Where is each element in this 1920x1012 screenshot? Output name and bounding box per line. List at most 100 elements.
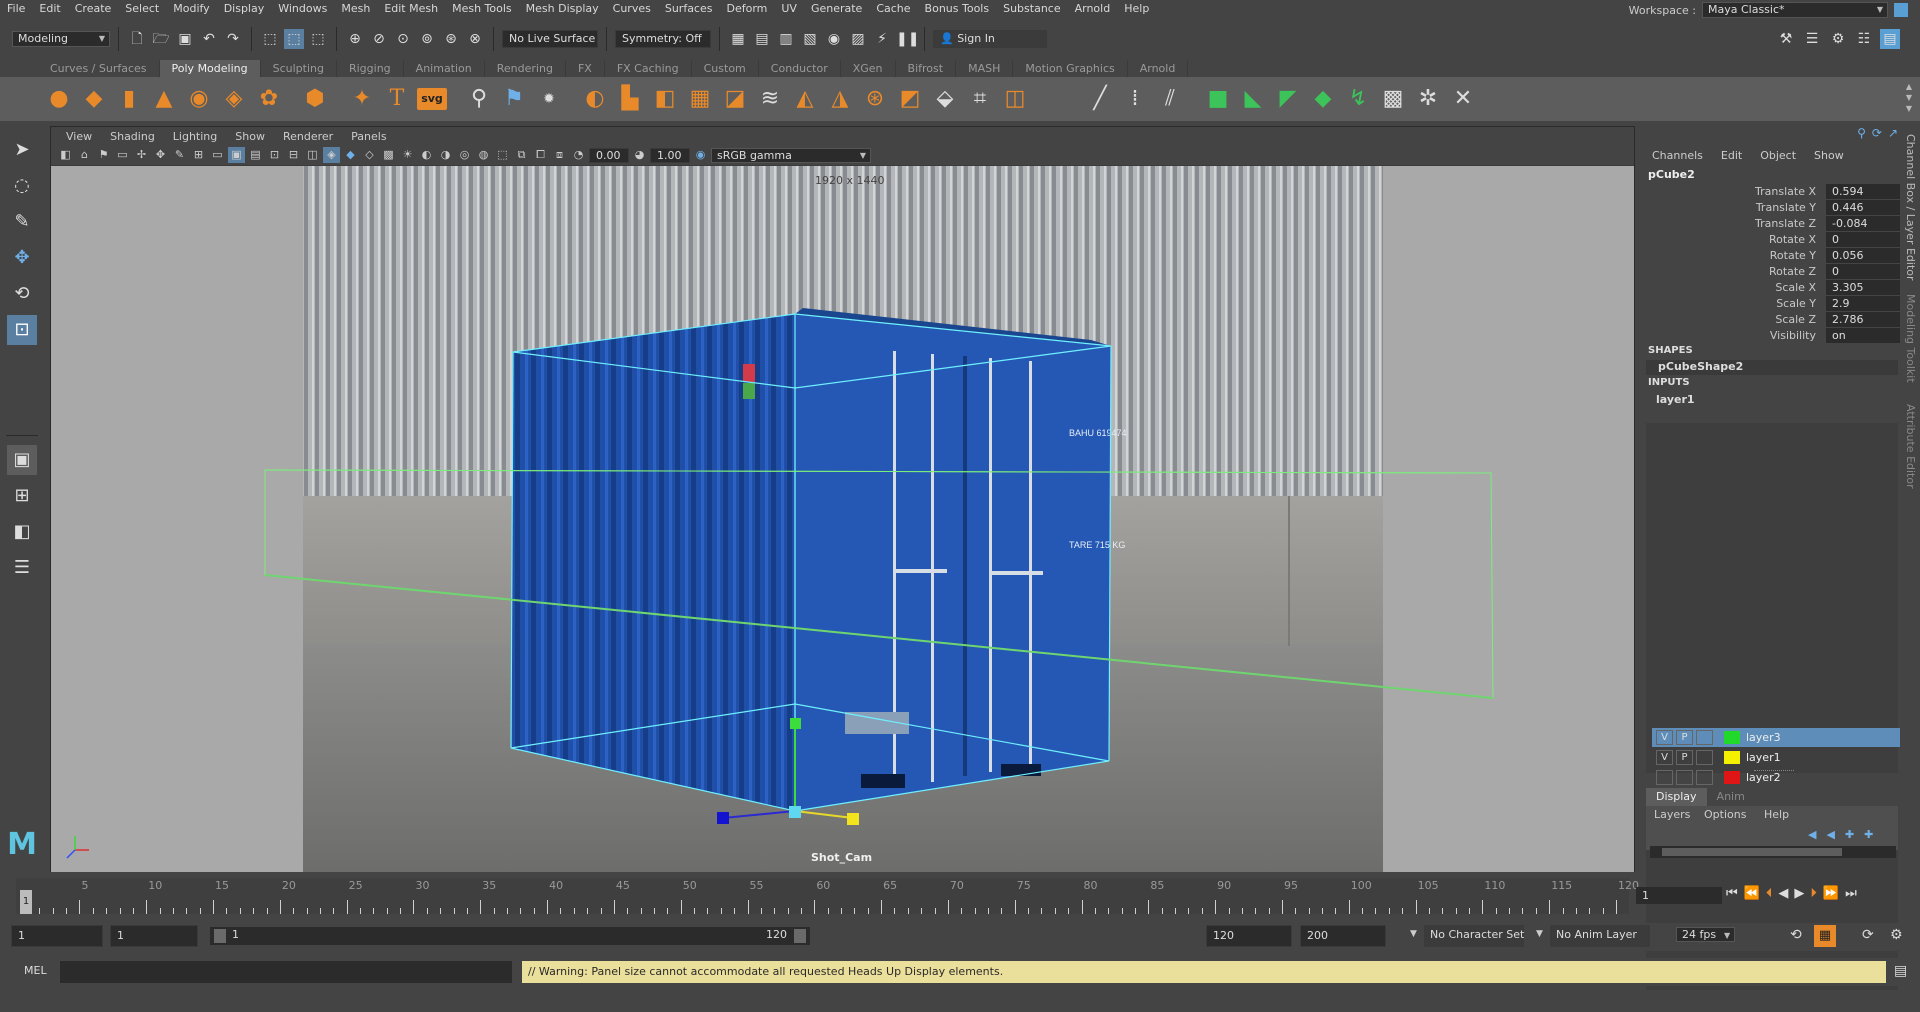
menu-mesh-tools[interactable]: Mesh Tools <box>445 0 519 17</box>
open-scene-icon[interactable]: 🗁 <box>151 29 171 49</box>
key-icon[interactable]: ⚲ <box>1857 126 1866 140</box>
persp-outliner-layout-icon[interactable]: ◧ <box>7 517 37 547</box>
menu-edit[interactable]: Edit <box>32 0 67 17</box>
selected-object-name[interactable]: pCube2 <box>1648 168 1695 181</box>
layer-color-swatch[interactable] <box>1724 731 1740 744</box>
range-slider-end-handle[interactable] <box>794 929 806 943</box>
reduce-icon[interactable]: ◧ <box>650 84 680 114</box>
play-backwards-icon[interactable]: ◀ <box>1778 886 1788 901</box>
step-forward-key-icon[interactable]: ⏩ <box>1823 886 1839 901</box>
channel-value[interactable]: -0.084 <box>1826 216 1900 231</box>
gamma-field[interactable]: 1.00 <box>650 147 690 163</box>
anim-layer-arrow-icon[interactable]: ▼ <box>1536 929 1543 939</box>
move-layer-down-icon[interactable]: ◀ <box>1826 828 1834 841</box>
snap-point-icon[interactable]: ⊙ <box>393 29 413 49</box>
channel-value[interactable]: 0.056 <box>1826 248 1900 263</box>
render-frame-icon[interactable]: ▤ <box>752 29 772 49</box>
four-view-layout-icon[interactable]: ⊞ <box>7 481 37 511</box>
menu-help[interactable]: Help <box>1117 0 1156 17</box>
poly-cube-icon[interactable]: ◆ <box>79 84 109 114</box>
layer-color-swatch[interactable] <box>1724 751 1740 764</box>
grid-icon[interactable]: ⊞ <box>190 147 207 163</box>
grease-pencil-icon[interactable]: ✎ <box>171 147 188 163</box>
single-perspective-layout-icon[interactable]: ▣ <box>7 445 37 475</box>
shelf-tab-poly-modeling[interactable]: Poly Modeling <box>159 60 261 77</box>
layer-visibility-toggle[interactable]: V <box>1656 730 1673 745</box>
menu-edit-mesh[interactable]: Edit Mesh <box>377 0 445 17</box>
poly-plane-icon[interactable]: ◈ <box>219 84 249 114</box>
save-scene-icon[interactable]: ▣ <box>175 29 195 49</box>
snap-curve-icon[interactable]: ⊘ <box>369 29 389 49</box>
menu-file[interactable]: File <box>0 0 32 17</box>
shelf-tab-conductor[interactable]: Conductor <box>759 60 841 77</box>
cb-menu-channels[interactable]: Channels <box>1652 149 1703 162</box>
field-chart-icon[interactable]: ⊡ <box>266 147 283 163</box>
panel-menu-panels[interactable]: Panels <box>342 130 395 143</box>
undo-icon[interactable]: ↶ <box>199 29 219 49</box>
wireframe-icon[interactable]: ◈ <box>323 147 340 163</box>
view-transform-dropdown[interactable]: sRGB gamma <box>711 147 871 163</box>
loop-icon[interactable]: ⟲ <box>1790 927 1802 943</box>
remesh-icon[interactable]: ▦ <box>685 84 715 114</box>
shelf-tab-motion-graphics[interactable]: Motion Graphics <box>1013 60 1128 77</box>
layer-name[interactable]: layer3 <box>1746 731 1781 744</box>
new-layer-icon[interactable]: ✚ <box>1845 828 1854 841</box>
attribute-editor-toggle-icon[interactable]: ☰ <box>1802 29 1822 49</box>
go-to-start-icon[interactable]: ⏮ <box>1726 886 1738 901</box>
channel-translate-x[interactable]: Translate X 0.594 <box>1644 184 1900 200</box>
layout-icon[interactable]: ≋ <box>755 84 785 114</box>
cb-menu-object[interactable]: Object <box>1760 149 1796 162</box>
shelf-tab-fx[interactable]: FX <box>566 60 605 77</box>
menu-windows[interactable]: Windows <box>271 0 334 17</box>
panel-menu-renderer[interactable]: Renderer <box>274 130 342 143</box>
shelf-tab-sculpting[interactable]: Sculpting <box>261 60 337 77</box>
gamma-icon[interactable]: ◕ <box>631 147 648 163</box>
crease-icon[interactable]: ⌗ <box>965 84 995 114</box>
layer-menu-options[interactable]: Options <box>1704 808 1746 821</box>
menu-modify[interactable]: Modify <box>166 0 216 17</box>
workspace-dropdown[interactable]: Maya Classic* <box>1702 2 1888 18</box>
move-layer-up-icon[interactable]: ◀ <box>1808 828 1816 841</box>
select-component-icon[interactable]: ⬚ <box>308 29 328 49</box>
channel-scale-x[interactable]: Scale X 3.305 <box>1644 280 1900 296</box>
layer-color-swatch[interactable] <box>1724 771 1740 784</box>
shape-node-item[interactable]: pCubeShape2 <box>1646 360 1898 375</box>
select-camera-icon[interactable]: ◧ <box>57 147 74 163</box>
auto-key-icon[interactable]: ▦ <box>1814 925 1836 947</box>
wedge-icon[interactable]: ◤ <box>1273 84 1303 114</box>
bridge-edge-icon[interactable]: ◣ <box>1238 84 1268 114</box>
scrollbar-thumb[interactable] <box>1662 848 1842 856</box>
new-scene-icon[interactable]: 🗋 <box>127 29 147 49</box>
snap-vertex-icon[interactable]: ⊗ <box>465 29 485 49</box>
extrude-icon[interactable]: ◫ <box>1000 84 1030 114</box>
step-forward-frame-icon[interactable]: ⏵ <box>1810 886 1817 901</box>
select-object-icon[interactable]: ⬚ <box>284 29 304 49</box>
script-editor-icon[interactable]: ▤ <box>1894 963 1907 979</box>
side-tab-modeling-toolkit[interactable]: Modeling Toolkit <box>1904 294 1917 383</box>
insert-edge-loop-icon[interactable]: ⁞ <box>1120 84 1150 114</box>
anti-aliasing-icon[interactable]: ◍ <box>475 147 492 163</box>
gate-mask-icon[interactable]: ▤ <box>247 147 264 163</box>
poly-sphere-icon[interactable]: ● <box>44 84 74 114</box>
channel-value[interactable]: 2.9 <box>1826 296 1900 311</box>
step-back-frame-icon[interactable]: ⏴ <box>1766 886 1773 901</box>
refresh-icon[interactable]: ⟳ <box>1872 126 1882 140</box>
shelf-tab-bifrost[interactable]: Bifrost <box>896 60 957 77</box>
ipr-render-icon[interactable]: ▥ <box>776 29 796 49</box>
offset-edge-loop-icon[interactable]: ⫽ <box>1155 84 1185 114</box>
shelf-scroll-arrows[interactable]: ▲ ▼ ▼ <box>1906 81 1912 114</box>
resolution-gate-icon[interactable]: ▣ <box>228 147 245 163</box>
view-transform-icon[interactable]: ✢ <box>133 147 150 163</box>
menu-uv[interactable]: UV <box>774 0 804 17</box>
animation-end-field[interactable]: 200 <box>1300 925 1386 947</box>
separate-icon[interactable]: ⚑ <box>499 84 529 114</box>
panel-menu-show[interactable]: Show <box>226 130 274 143</box>
menu-mesh-display[interactable]: Mesh Display <box>519 0 606 17</box>
channel-value[interactable]: 0 <box>1826 264 1900 279</box>
panel-menu-lighting[interactable]: Lighting <box>164 130 226 143</box>
layer-editor-toggle-icon[interactable]: ▤ <box>1880 29 1900 49</box>
move-tool-icon[interactable]: ✥ <box>7 243 37 273</box>
layer-name[interactable]: layer2 <box>1746 771 1781 784</box>
layer-row-layer1[interactable]: V P layer1 <box>1652 748 1900 767</box>
cb-menu-edit[interactable]: Edit <box>1721 149 1742 162</box>
